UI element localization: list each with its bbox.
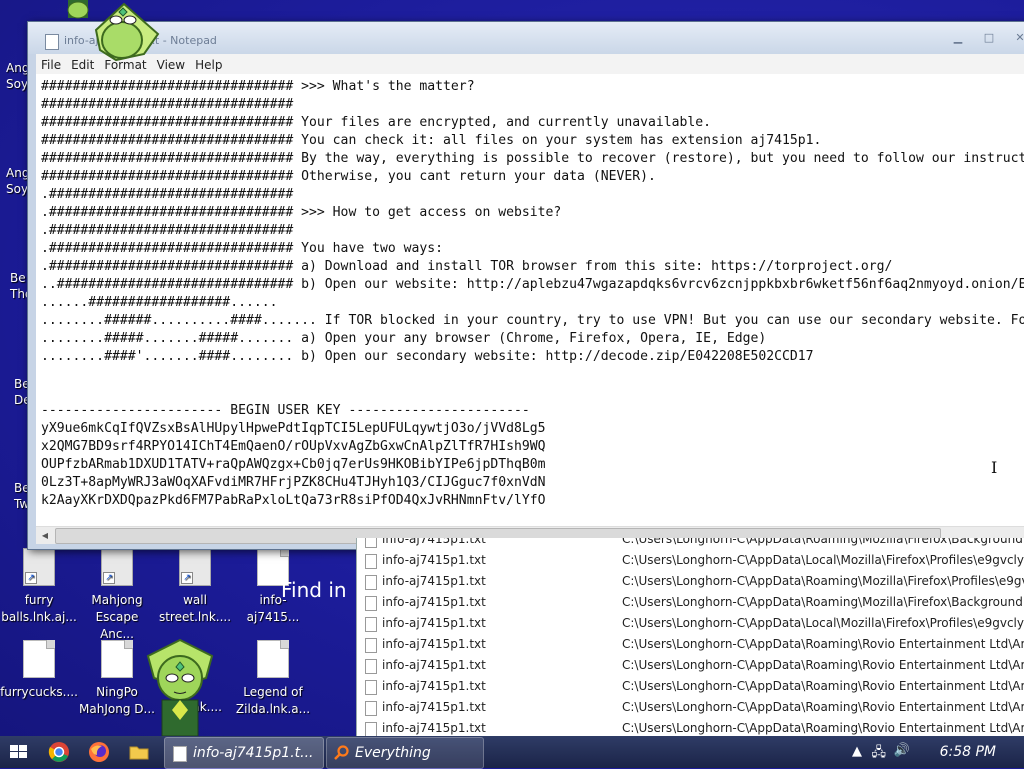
text-file-icon: [365, 659, 377, 674]
ibeam-cursor-icon: I: [991, 458, 998, 477]
result-row[interactable]: info-aj7415p1.txt C:\Users\Longhorn-C\App…: [357, 571, 1024, 592]
text-file-icon: [365, 575, 377, 590]
taskbar: info-aj7415p1.t... Everything ▲ 🖧 🔊 6:58…: [0, 736, 1024, 769]
text-file-icon: [365, 554, 377, 569]
network-icon[interactable]: 🖧: [872, 743, 887, 765]
result-filename: info-aj7415p1.txt: [382, 553, 486, 567]
result-path: C:\Users\Longhorn-C\AppData\Roaming\Mozi…: [622, 595, 1024, 609]
close-button[interactable]: ✕: [1008, 29, 1024, 46]
desktop-icon-label[interactable]: Ang Soy: [6, 165, 29, 197]
result-path: C:\Users\Longhorn-C\AppData\Local\Mozill…: [622, 553, 1024, 567]
result-row[interactable]: info-aj7415p1.txt C:\Users\Longhorn-C\App…: [357, 592, 1024, 613]
result-row[interactable]: info-aj7415p1.txt C:\Users\Longhorn-C\App…: [357, 538, 1024, 550]
result-row[interactable]: info-aj7415p1.txt C:\Users\Longhorn-C\App…: [357, 676, 1024, 697]
ransom-note-text: ################################ >>> Wha…: [41, 79, 1024, 508]
result-path: C:\Users\Longhorn-C\AppData\Roaming\Mozi…: [622, 574, 1024, 588]
result-filename: info-aj7415p1.txt: [382, 595, 486, 609]
file-icon: [101, 640, 133, 678]
desktop-icon-furry-balls[interactable]: ↗ furry balls.lnk.aj...: [0, 548, 78, 626]
result-row[interactable]: info-aj7415p1.txt C:\Users\Longhorn-C\App…: [357, 550, 1024, 571]
taskbar-notepad-button[interactable]: info-aj7415p1.t...: [164, 737, 324, 769]
text-file-icon: [365, 596, 377, 611]
menu-help[interactable]: Help: [190, 55, 227, 75]
find-text: Find in: [281, 578, 347, 602]
desktop-icon-label[interactable]: Ang Soy: [6, 60, 29, 92]
menu-bar: File Edit Format View Help: [36, 54, 1024, 74]
notepad-icon: [45, 34, 59, 50]
result-filename: info-aj7415p1.txt: [382, 637, 486, 651]
minimize-button[interactable]: ▁: [946, 29, 970, 46]
shortcut-icon: ↗: [179, 548, 211, 586]
cartoon-character-image: [146, 638, 214, 736]
result-filename: info-aj7415p1.txt: [382, 679, 486, 693]
windows-logo-icon[interactable]: [0, 736, 38, 768]
notepad-window[interactable]: info-aj7415p1.txt - Notepad ▁ □ ✕ FileEd…: [27, 21, 1024, 550]
text-file-icon: [365, 722, 377, 736]
result-row[interactable]: info-aj7415p1.txt C:\Users\Longhorn-C\App…: [357, 613, 1024, 634]
chrome-icon[interactable]: [48, 741, 70, 763]
text-editor-area[interactable]: ################################ >>> Wha…: [36, 74, 1024, 526]
result-row[interactable]: info-aj7415p1.txt C:\Users\Longhorn-C\App…: [357, 697, 1024, 718]
result-path: C:\Users\Longhorn-C\AppData\Local\Mozill…: [622, 616, 1024, 630]
result-path: C:\Users\Longhorn-C\AppData\Roaming\Rovi…: [622, 721, 1024, 735]
desktop-icon-mahjong-escape[interactable]: ↗ Mahjong Escape Anc...: [78, 548, 156, 643]
notepad-icon: [173, 746, 187, 762]
desktop-icon-furrycucks[interactable]: furrycucks....: [0, 640, 78, 701]
text-file-icon: [365, 680, 377, 695]
shortcut-icon: ↗: [23, 548, 55, 586]
everything-results-list[interactable]: info-aj7415p1.txt C:\Users\Longhorn-C\App…: [356, 538, 1024, 736]
taskbar-everything-button[interactable]: Everything: [326, 737, 484, 769]
result-path: C:\Users\Longhorn-C\AppData\Roaming\Rovi…: [622, 679, 1024, 693]
volume-icon[interactable]: 🔊: [894, 743, 910, 758]
scroll-left-arrow-icon[interactable]: ◀: [37, 528, 53, 543]
result-row[interactable]: info-aj7415p1.txt C:\Users\Longhorn-C\App…: [357, 655, 1024, 676]
result-path: C:\Users\Longhorn-C\AppData\Roaming\Mozi…: [622, 538, 1024, 546]
text-file-icon: [365, 617, 377, 632]
clock[interactable]: 6:58 PM: [940, 744, 996, 760]
shortcut-icon: ↗: [101, 548, 133, 586]
result-row[interactable]: info-aj7415p1.txt C:\Users\Longhorn-C\App…: [357, 634, 1024, 655]
result-row[interactable]: info-aj7415p1.txt C:\Users\Longhorn-C\App…: [357, 718, 1024, 736]
result-filename: info-aj7415p1.txt: [382, 538, 486, 546]
cartoon-character-image: [67, 0, 160, 62]
result-path: C:\Users\Longhorn-C\AppData\Roaming\Rovi…: [622, 637, 1024, 651]
result-filename: info-aj7415p1.txt: [382, 721, 486, 735]
result-path: C:\Users\Longhorn-C\AppData\Roaming\Rovi…: [622, 658, 1024, 672]
result-filename: info-aj7415p1.txt: [382, 574, 486, 588]
desktop-icon-legend-of-zilda[interactable]: Legend of Zilda.lnk.a...: [234, 640, 312, 718]
title-bar[interactable]: info-aj7415p1.txt - Notepad ▁ □ ✕: [28, 22, 1024, 54]
text-file-icon: [365, 638, 377, 653]
result-filename: info-aj7415p1.txt: [382, 616, 486, 630]
text-file-icon: [365, 701, 377, 716]
file-icon: [23, 640, 55, 678]
result-filename: info-aj7415p1.txt: [382, 700, 486, 714]
folder-icon[interactable]: [128, 741, 150, 763]
file-icon: [257, 640, 289, 678]
result-filename: info-aj7415p1.txt: [382, 658, 486, 672]
desktop-icon-wall-street[interactable]: ↗ wall street.lnk....: [156, 548, 234, 626]
maximize-button[interactable]: □: [977, 29, 1001, 46]
chevron-up-icon[interactable]: ▲: [852, 744, 862, 759]
text-file-icon: [365, 538, 377, 548]
firefox-icon[interactable]: [88, 741, 110, 763]
result-path: C:\Users\Longhorn-C\AppData\Roaming\Rovi…: [622, 700, 1024, 714]
search-magnifier-icon: [334, 745, 349, 760]
